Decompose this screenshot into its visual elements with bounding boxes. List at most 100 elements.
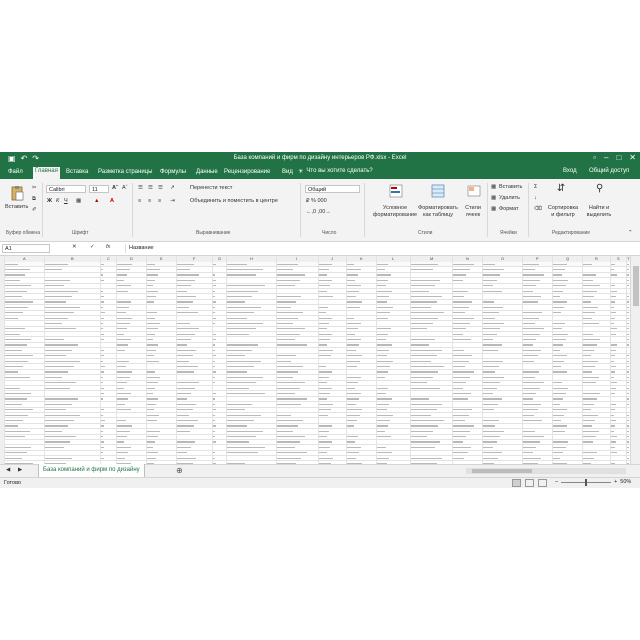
- cell[interactable]: [227, 414, 261, 416]
- cell[interactable]: [627, 295, 629, 298]
- align-bottom-icon[interactable]: ☰: [158, 185, 163, 191]
- cell[interactable]: [347, 376, 361, 378]
- cell[interactable]: [483, 333, 497, 335]
- cell[interactable]: [377, 339, 386, 341]
- cell[interactable]: [627, 441, 629, 443]
- cell[interactable]: [147, 279, 156, 281]
- cell[interactable]: [117, 441, 125, 443]
- cell[interactable]: [553, 263, 568, 265]
- tab-review[interactable]: Рецензирование: [222, 168, 272, 176]
- fill-icon[interactable]: ↓: [534, 195, 537, 201]
- sort-filter-button[interactable]: Сортировка и фильтр: [546, 205, 580, 219]
- cell[interactable]: [583, 285, 600, 287]
- cell[interactable]: [147, 387, 156, 389]
- cell[interactable]: [583, 349, 594, 352]
- cell[interactable]: [213, 344, 216, 346]
- cell[interactable]: [5, 436, 25, 438]
- cell[interactable]: [627, 360, 629, 362]
- cell-styles-button[interactable]: Стили ячеек: [462, 205, 484, 219]
- cell[interactable]: [5, 274, 25, 276]
- cell[interactable]: [553, 419, 562, 422]
- cell[interactable]: [213, 419, 215, 422]
- cell[interactable]: [377, 285, 386, 287]
- cell[interactable]: [553, 312, 562, 314]
- cell[interactable]: [277, 398, 307, 400]
- cell[interactable]: [277, 263, 298, 265]
- column-header-p[interactable]: P: [536, 256, 539, 261]
- find-select-icon[interactable]: ⚲: [596, 183, 603, 194]
- cell[interactable]: [627, 452, 629, 454]
- cell[interactable]: [347, 328, 358, 330]
- cell-styles-icon[interactable]: [466, 183, 482, 199]
- cell[interactable]: [45, 419, 75, 422]
- cell[interactable]: [227, 263, 248, 265]
- cell[interactable]: [5, 392, 32, 395]
- cell[interactable]: [319, 285, 330, 287]
- cell[interactable]: [177, 285, 192, 287]
- cell[interactable]: [213, 355, 216, 357]
- cell[interactable]: [523, 436, 544, 438]
- cell[interactable]: [583, 306, 598, 308]
- decimal-icon[interactable]: ←,0 ,00→: [306, 209, 331, 215]
- cell[interactable]: [177, 312, 198, 314]
- cell[interactable]: [523, 317, 539, 319]
- cell[interactable]: [277, 414, 292, 416]
- cell[interactable]: [453, 295, 464, 298]
- cell[interactable]: [227, 355, 245, 357]
- cell[interactable]: [45, 414, 81, 416]
- column-header-b[interactable]: B: [71, 256, 74, 261]
- cell[interactable]: [453, 274, 467, 276]
- cell[interactable]: [213, 403, 215, 405]
- cell[interactable]: [45, 306, 81, 308]
- cell[interactable]: [213, 425, 216, 427]
- cell[interactable]: [177, 295, 197, 298]
- cell[interactable]: [227, 317, 248, 319]
- cell[interactable]: [553, 441, 569, 443]
- cell[interactable]: [147, 371, 155, 373]
- cell[interactable]: [411, 339, 435, 341]
- cell[interactable]: [319, 441, 333, 443]
- cell[interactable]: [523, 382, 544, 384]
- cell[interactable]: [611, 355, 615, 357]
- cell[interactable]: [411, 301, 437, 303]
- cell[interactable]: [213, 279, 217, 281]
- cell[interactable]: [227, 403, 252, 405]
- cancel-icon[interactable]: ✕: [72, 244, 77, 250]
- cell[interactable]: [117, 371, 133, 373]
- cell[interactable]: [377, 436, 392, 438]
- cell[interactable]: [117, 360, 129, 362]
- cell[interactable]: [101, 306, 104, 308]
- cell[interactable]: [583, 312, 595, 314]
- cell[interactable]: [147, 403, 157, 405]
- cell[interactable]: [45, 371, 68, 373]
- cell[interactable]: [101, 333, 105, 335]
- cell[interactable]: [177, 414, 189, 416]
- cell[interactable]: [45, 317, 68, 319]
- cell[interactable]: [227, 333, 250, 335]
- tab-formulas[interactable]: Формулы: [158, 168, 188, 176]
- cell[interactable]: [5, 360, 29, 362]
- cell[interactable]: [347, 452, 359, 454]
- cell[interactable]: [583, 295, 594, 298]
- cell[interactable]: [453, 436, 467, 438]
- cell[interactable]: [101, 339, 104, 341]
- cell[interactable]: [177, 419, 198, 422]
- cell[interactable]: [453, 355, 473, 357]
- cell[interactable]: [583, 355, 591, 357]
- cell[interactable]: [553, 414, 564, 416]
- cell[interactable]: [611, 425, 616, 427]
- cell[interactable]: [147, 452, 159, 454]
- cell[interactable]: [45, 387, 70, 389]
- cell[interactable]: [101, 398, 103, 400]
- cell[interactable]: [583, 425, 592, 427]
- cell[interactable]: [377, 306, 394, 308]
- cell[interactable]: [319, 387, 333, 389]
- cell[interactable]: [147, 414, 160, 416]
- cell[interactable]: [523, 322, 536, 325]
- cell[interactable]: [277, 339, 295, 341]
- cell[interactable]: [377, 355, 387, 357]
- cell[interactable]: [347, 322, 361, 325]
- cell[interactable]: [45, 355, 66, 357]
- cell[interactable]: [147, 392, 154, 395]
- cell[interactable]: [227, 301, 245, 303]
